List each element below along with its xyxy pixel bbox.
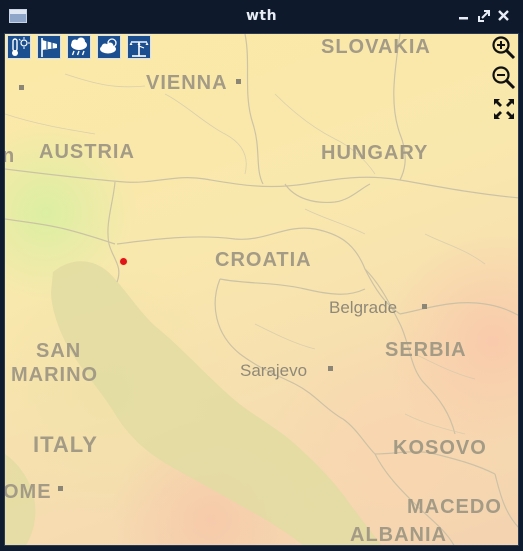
wind-tool-button[interactable] (37, 35, 61, 59)
zoom-in-button[interactable] (491, 35, 517, 61)
zoom-out-icon (492, 66, 516, 90)
city-label-vienna: VIENNA (146, 72, 228, 94)
country-label-italy: ITALY (33, 432, 98, 457)
wind-icon (41, 38, 57, 57)
country-label-macedonia: MACEDO (407, 496, 502, 518)
fit-extent-button[interactable] (491, 96, 517, 122)
temperature-tool-button[interactable] (7, 35, 31, 59)
city-marker-belgrade (422, 304, 427, 309)
title-bar[interactable]: wth (0, 0, 523, 33)
country-label-hungary: HUNGARY (321, 142, 429, 164)
country-label-serbia: SERBIA (385, 339, 467, 361)
country-label-san: SAN (36, 340, 82, 362)
country-label-slovenia-partial: n (5, 145, 15, 168)
cloud-icon (100, 38, 117, 54)
country-label-albania: ALBANIA (350, 524, 447, 546)
country-label-austria: AUSTRIA (39, 141, 135, 163)
restore-icon (478, 10, 490, 22)
map-view[interactable]: SLOVAKIA VIENNA n AUSTRIA HUNGARY CROATI… (4, 33, 519, 546)
country-label-croatia: CROATIA (215, 249, 312, 271)
city-marker-west (19, 85, 24, 90)
temperature-icon (12, 37, 30, 56)
country-label-kosovo: KOSOVO (393, 437, 487, 459)
window-title: wth (245, 8, 278, 24)
zoom-out-button[interactable] (491, 65, 517, 91)
maximize-button[interactable] (475, 7, 493, 25)
country-label-slovakia: SLOVAKIA (321, 36, 431, 58)
minimize-button[interactable] (455, 7, 473, 25)
precipitation-tool-button[interactable] (67, 35, 91, 59)
city-label-rome: OME (4, 481, 52, 503)
precipitation-icon (71, 37, 87, 56)
minimize-icon (459, 17, 468, 20)
close-icon (498, 10, 509, 21)
city-marker-sarajevo (328, 366, 333, 371)
city-label-sarajevo: Sarajevo (240, 361, 308, 380)
city-marker-vienna (236, 79, 241, 84)
cloud-tool-button[interactable] (97, 35, 121, 59)
map-geometry (5, 34, 518, 545)
city-label-belgrade: Belgrade (329, 298, 398, 317)
app-window: wth SLOVAKIA VIENNA AUSTRIA HUNGARY CROA… (0, 0, 523, 551)
location-marker[interactable] (119, 257, 128, 266)
zoom-in-icon (492, 36, 516, 60)
close-button[interactable] (495, 7, 513, 25)
station-tool-button[interactable] (127, 35, 151, 59)
country-label-marino: MARINO (11, 364, 99, 386)
station-icon (129, 41, 149, 57)
city-marker-rome (58, 486, 63, 491)
fit-extent-icon (494, 99, 514, 119)
